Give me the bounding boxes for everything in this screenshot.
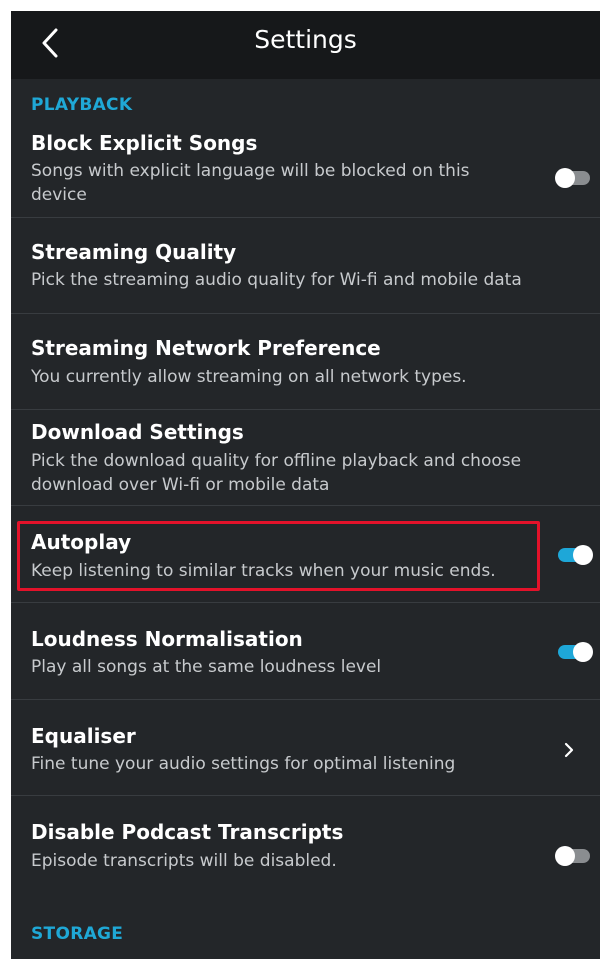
setting-description: Songs with explicit language will be blo… [31,161,470,205]
setting-title: Loudness Normalisation [31,627,303,651]
setting-row-equaliser[interactable]: Equaliser Fine tune your audio settings … [11,700,600,796]
setting-row-streaming-quality[interactable]: Streaming Quality Pick the streaming aud… [11,218,600,314]
setting-row-streaming-network-preference[interactable]: Streaming Network Preference You current… [11,314,600,410]
settings-screen: Settings PLAYBACK Block Explicit Songs S… [11,11,600,959]
setting-row-loudness-normalisation[interactable]: Loudness Normalisation Play all songs at… [11,603,600,700]
page-title: Settings [254,25,357,54]
chevron-right-icon [564,742,574,758]
toggle-knob [555,846,575,866]
setting-row-download-settings[interactable]: Download Settings Pick the download qual… [11,410,600,506]
block-explicit-toggle[interactable] [555,168,590,188]
disable-podcast-transcripts-toggle[interactable] [555,846,590,866]
toggle-knob [573,545,593,565]
setting-row-disable-podcast-transcripts[interactable]: Disable Podcast Transcripts Episode tran… [11,796,600,896]
section-header-playback: PLAYBACK [31,95,133,115]
setting-description: You currently allow streaming on all net… [31,367,467,387]
setting-title: Block Explicit Songs [31,131,258,155]
setting-title: Equaliser [31,724,136,748]
setting-description: Episode transcripts will be disabled. [31,851,337,871]
setting-description: Pick the download quality for offline pl… [31,451,522,495]
setting-title: Streaming Quality [31,240,237,264]
autoplay-toggle[interactable] [558,545,593,565]
top-app-bar: Settings [11,11,600,79]
setting-title: Disable Podcast Transcripts [31,820,344,844]
section-header-storage: STORAGE [31,924,124,944]
setting-description: Fine tune your audio settings for optima… [31,754,456,774]
autoplay-highlight-box [17,521,540,591]
loudness-normalisation-toggle[interactable] [558,642,593,662]
setting-description: Pick the streaming audio quality for Wi-… [31,270,522,290]
toggle-knob [573,642,593,662]
setting-title: Streaming Network Preference [31,336,381,360]
setting-description: Play all songs at the same loudness leve… [31,657,382,677]
setting-title: Download Settings [31,420,244,444]
setting-row-block-explicit-songs[interactable]: Block Explicit Songs Songs with explicit… [11,121,600,218]
toggle-knob [555,168,575,188]
